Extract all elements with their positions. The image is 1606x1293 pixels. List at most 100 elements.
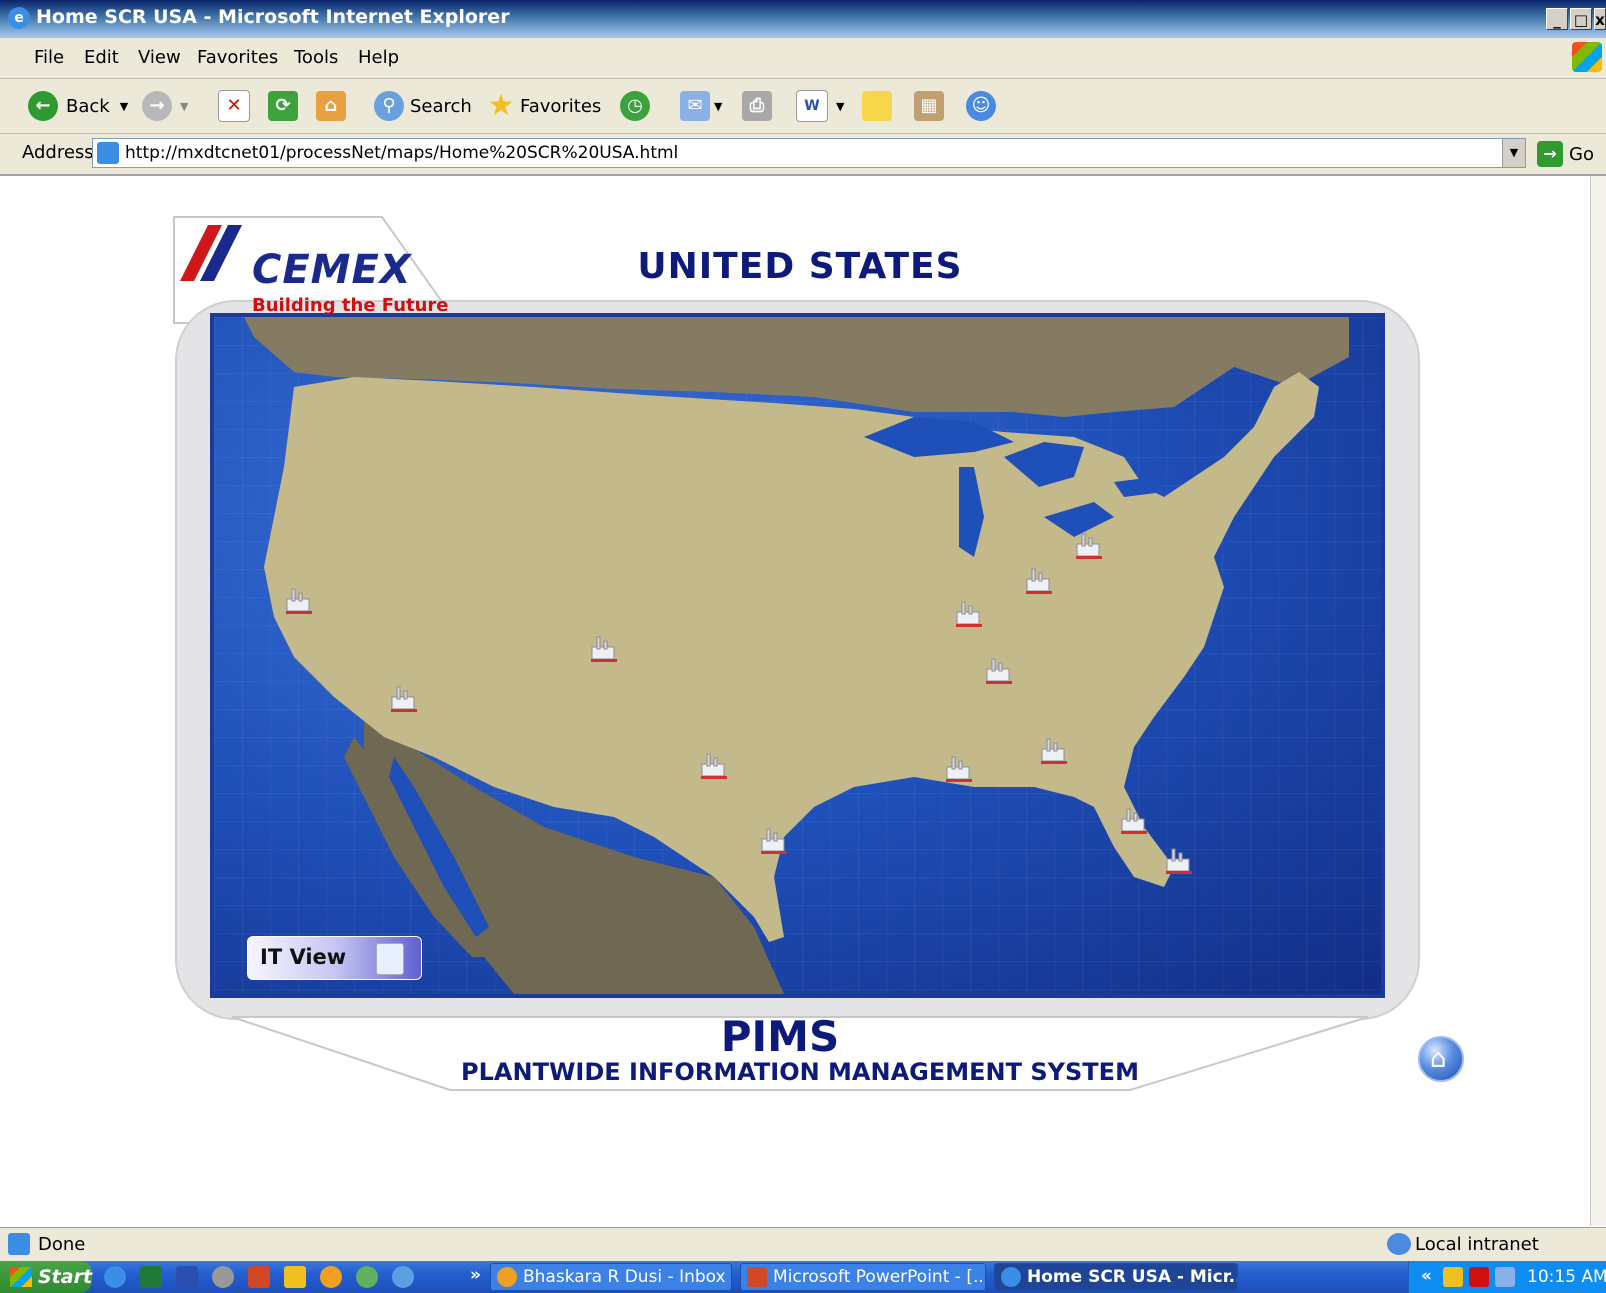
research-icon: ▦ — [914, 91, 944, 121]
menu-favorites[interactable]: Favorites — [197, 47, 278, 68]
quicklaunch-word-icon[interactable] — [176, 1266, 198, 1288]
star-icon: ★ — [487, 88, 515, 123]
start-label: Start — [38, 1266, 93, 1288]
status-text: Done — [38, 1234, 86, 1255]
it-view-button[interactable]: IT View — [247, 936, 422, 980]
cement-plant-icon[interactable] — [1074, 532, 1104, 560]
it-view-label: IT View — [260, 945, 347, 969]
printer-icon: ⎙ — [742, 91, 772, 121]
maximize-button[interactable]: □ — [1570, 8, 1592, 30]
favorites-button[interactable]: ★ Favorites — [486, 88, 602, 123]
address-dropdown-button[interactable]: ▼ — [1502, 139, 1525, 167]
address-input[interactable]: http://mxdtcnet01/processNet/maps/Home%2… — [92, 138, 1526, 168]
cement-plant-icon[interactable] — [1039, 737, 1069, 765]
quicklaunch-powerpoint-icon[interactable] — [248, 1266, 270, 1288]
cement-plant-icon[interactable] — [284, 587, 314, 615]
cement-plant-icon[interactable] — [699, 752, 729, 780]
ie-icon: e — [8, 7, 30, 29]
close-button[interactable]: x — [1594, 8, 1606, 30]
cemex-logo-stripes-icon — [180, 225, 242, 281]
menu-tools[interactable]: Tools — [294, 47, 338, 68]
go-button[interactable]: → Go — [1537, 139, 1594, 169]
tray-network-icon[interactable] — [1495, 1267, 1515, 1287]
us-plant-map[interactable] — [210, 313, 1385, 998]
cement-plant-icon[interactable] — [759, 827, 789, 855]
window-title: Home SCR USA - Microsoft Internet Explor… — [36, 6, 510, 28]
chevron-down-icon: ▼ — [836, 99, 845, 113]
edit-button[interactable]: W ▼ — [796, 89, 844, 123]
print-button[interactable]: ⎙ — [742, 89, 772, 123]
go-label: Go — [1569, 143, 1594, 165]
forward-arrow-icon: → — [142, 91, 172, 121]
address-url: http://mxdtcnet01/processNet/maps/Home%2… — [125, 143, 679, 163]
back-button[interactable]: ← Back ▼ — [28, 89, 128, 123]
quicklaunch-sync-icon[interactable] — [356, 1266, 378, 1288]
task-powerpoint[interactable]: Microsoft PowerPoint - [... — [740, 1263, 986, 1291]
notes-button[interactable] — [862, 89, 892, 123]
quicklaunch-outlook-icon[interactable] — [320, 1266, 342, 1288]
chevron-down-icon: ▼ — [180, 99, 189, 113]
back-arrow-icon: ← — [28, 91, 58, 121]
tray-download-icon[interactable] — [1469, 1267, 1489, 1287]
back-label: Back — [66, 95, 110, 117]
security-zone: Local intranet — [1415, 1234, 1539, 1255]
messenger-icon: ☺ — [966, 91, 996, 121]
cement-plant-icon[interactable] — [1024, 567, 1054, 595]
task-outlook-inbox[interactable]: Bhaskara R Dusi - Inbox ... — [490, 1263, 732, 1291]
refresh-button[interactable]: ⟳ — [268, 89, 298, 123]
forward-button[interactable]: → ▼ — [142, 89, 188, 123]
mail-button[interactable]: ✉ ▼ — [680, 89, 722, 123]
menu-edit[interactable]: Edit — [84, 47, 119, 68]
task-internet-explorer[interactable]: Home SCR USA - Micr... — [994, 1263, 1238, 1291]
toolbar: ← Back ▼ → ▼ ✕ ⟳ ⌂ ⚲ Search ★ Favorites … — [0, 79, 1606, 134]
task-label: Bhaskara R Dusi - Inbox ... — [523, 1267, 732, 1287]
taskbar: Start » Bhaskara R Dusi - Inbox ... Micr… — [0, 1261, 1606, 1293]
quicklaunch-lock-icon[interactable] — [284, 1266, 306, 1288]
quicklaunch-excel-icon[interactable] — [140, 1266, 162, 1288]
menu-help[interactable]: Help — [358, 47, 399, 68]
home-icon: ⌂ — [1430, 1044, 1447, 1074]
start-button[interactable]: Start — [0, 1261, 92, 1293]
tray-expand-icon[interactable]: « — [1421, 1266, 1432, 1286]
home-toolbar-button[interactable]: ⌂ — [316, 89, 346, 123]
address-bar: Address http://mxdtcnet01/processNet/map… — [0, 134, 1606, 176]
home-icon: ⌂ — [316, 91, 346, 121]
app-fullname: PLANTWIDE INFORMATION MANAGEMENT SYSTEM — [461, 1058, 1139, 1086]
search-label: Search — [410, 95, 472, 117]
tray-app-icon[interactable] — [1443, 1267, 1463, 1287]
messenger-button[interactable]: ☺ — [966, 89, 996, 123]
menu-view[interactable]: View — [138, 47, 181, 68]
history-button[interactable]: ◷ — [620, 89, 650, 123]
title-bar: e Home SCR USA - Microsoft Internet Expl… — [0, 0, 1606, 38]
address-label: Address — [22, 142, 94, 163]
task-label: Home SCR USA - Micr... — [1027, 1267, 1238, 1287]
cement-plant-icon[interactable] — [954, 600, 984, 628]
cement-plant-icon[interactable] — [984, 657, 1014, 685]
page-icon — [97, 142, 119, 164]
page-done-icon — [8, 1233, 30, 1255]
cement-plant-icon[interactable] — [389, 685, 419, 713]
quicklaunch-app-icon[interactable] — [212, 1266, 234, 1288]
map-shapes — [244, 317, 1349, 994]
vertical-scrollbar[interactable] — [1590, 176, 1606, 1226]
windows-flag-icon — [10, 1267, 32, 1287]
cement-plant-icon[interactable] — [1164, 847, 1194, 875]
stop-button[interactable]: ✕ — [218, 89, 250, 123]
menu-file[interactable]: File — [34, 47, 64, 68]
cement-plant-icon[interactable] — [589, 635, 619, 663]
minimize-button[interactable]: _ — [1546, 8, 1568, 30]
search-button[interactable]: ⚲ Search — [374, 89, 472, 123]
quicklaunch-users-icon[interactable] — [392, 1266, 414, 1288]
brand-tagline: Building the Future — [252, 295, 449, 316]
research-button[interactable]: ▦ — [914, 89, 944, 123]
stop-icon: ✕ — [218, 90, 250, 122]
taskbar-overflow-icon[interactable]: » — [470, 1265, 481, 1285]
cement-plant-icon[interactable] — [944, 755, 974, 783]
home-button[interactable]: ⌂ — [1418, 1036, 1464, 1082]
cement-plant-icon[interactable] — [1119, 807, 1149, 835]
quicklaunch-ie-icon[interactable] — [104, 1266, 126, 1288]
outlook-icon — [497, 1267, 517, 1287]
menu-bar: File Edit View Favorites Tools Help — [0, 38, 1606, 79]
app-name: PIMS — [720, 1012, 840, 1061]
chevron-down-icon: ▼ — [119, 99, 129, 113]
